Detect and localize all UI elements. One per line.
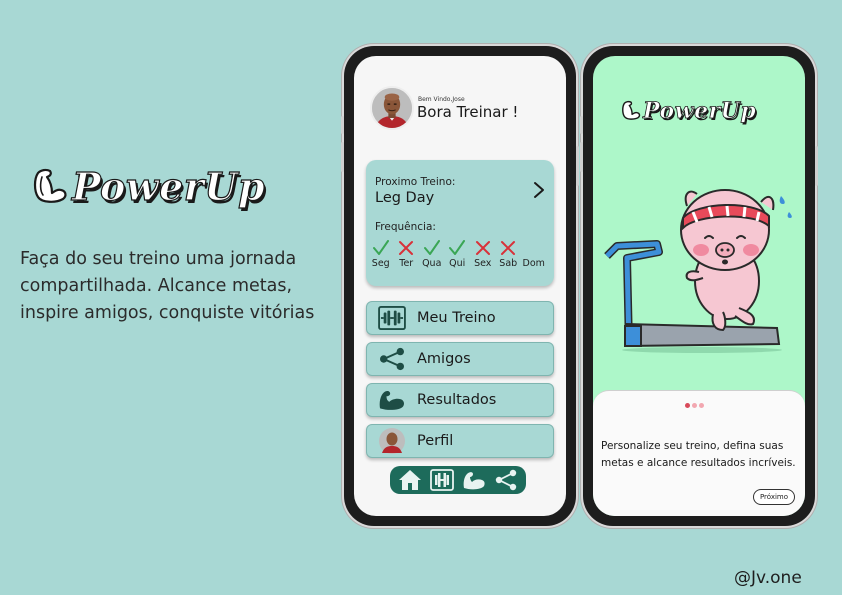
frequency-day: Qua [419, 239, 445, 269]
share-icon [377, 346, 407, 372]
page-dot[interactable] [699, 403, 704, 408]
frequency-day: Seg [368, 239, 394, 269]
page-dot[interactable] [692, 403, 697, 408]
day-label: Seg [371, 258, 390, 269]
phone-onboarding: PowerUp Personalize seu treino, defina s… [580, 46, 818, 526]
check-icon [372, 240, 389, 255]
check-icon [423, 240, 440, 255]
menu-label: Resultados [417, 392, 497, 408]
chevron-right-icon[interactable] [532, 180, 546, 200]
onboarding-description: Personalize seu treino, defina suas meta… [601, 440, 796, 469]
menu-button-perfil[interactable]: Perfil [366, 424, 554, 458]
pig-treadmill-illustration [604, 189, 792, 353]
check-icon [449, 240, 466, 255]
frequency-label: Frequência: [375, 221, 436, 233]
menu-button-meu-treino[interactable]: Meu Treino [366, 301, 554, 335]
day-label: Sab [499, 258, 518, 269]
cross-icon [399, 241, 414, 255]
day-label: Ter [399, 258, 414, 269]
day-label: Dom [522, 258, 545, 269]
dumbbell-icon [377, 305, 407, 331]
cross-icon [501, 241, 516, 255]
frequency-day: Sab [496, 239, 522, 269]
brand-name: PowerUp [71, 163, 266, 209]
next-workout-name: Leg Day [375, 190, 435, 206]
page-indicator [685, 403, 704, 408]
empty-day-mark [525, 239, 543, 257]
home-screen: Bem Vindo,Jose Bora Treinar ! Proximo Tr… [354, 56, 566, 516]
menu-button-resultados[interactable]: Resultados [366, 383, 554, 417]
profile-avatar [377, 428, 407, 454]
home-icon[interactable] [397, 469, 423, 491]
menu-button-amigos[interactable]: Amigos [366, 342, 554, 376]
next-workout-card[interactable]: Proximo Treino: Leg Day Frequência: Seg T… [366, 160, 554, 286]
day-label: Sex [474, 258, 492, 269]
day-label: Qua [422, 258, 442, 269]
cross-icon [475, 241, 490, 255]
frequency-day: Ter [394, 239, 420, 269]
next-button[interactable]: Próximo [753, 489, 795, 505]
brand-logo: PowerUp [620, 98, 756, 124]
onboarding-sheet: Personalize seu treino, defina suas meta… [593, 390, 805, 516]
author-credit: @Jv.one [734, 568, 802, 588]
brand-logo: PowerUp [30, 163, 266, 210]
greeting-title: Bora Treinar ! [417, 103, 519, 121]
user-avatar[interactable] [370, 86, 414, 130]
menu-label: Perfil [417, 433, 454, 449]
bottom-nav [390, 466, 526, 494]
frequency-day: Dom [521, 239, 547, 269]
bicep-icon[interactable] [461, 469, 487, 491]
menu-label: Meu Treino [417, 310, 496, 326]
bicep-logo-icon [33, 168, 67, 203]
phone-home: Bem Vindo,Jose Bora Treinar ! Proximo Tr… [341, 46, 579, 526]
dumbbell-icon[interactable] [429, 469, 455, 491]
frequency-day: Sex [470, 239, 496, 269]
menu-label: Amigos [417, 351, 471, 367]
bicep-logo-icon [622, 100, 641, 120]
welcome-text: Bem Vindo,Jose [418, 96, 465, 103]
frequency-days: Seg Ter Qua Qui Sex Sab Dom [366, 239, 554, 269]
next-workout-label: Proximo Treino: [375, 176, 456, 188]
onboarding-screen: PowerUp Personalize seu treino, defina s… [593, 56, 805, 516]
brand-name: PowerUp [643, 98, 757, 125]
page-dot[interactable] [685, 403, 690, 408]
hero-tagline: Faça do seu treino uma jornada compartil… [20, 249, 315, 324]
day-label: Qui [449, 258, 466, 269]
frequency-day: Qui [445, 239, 471, 269]
bicep-icon [377, 387, 407, 413]
share-icon[interactable] [493, 469, 519, 491]
